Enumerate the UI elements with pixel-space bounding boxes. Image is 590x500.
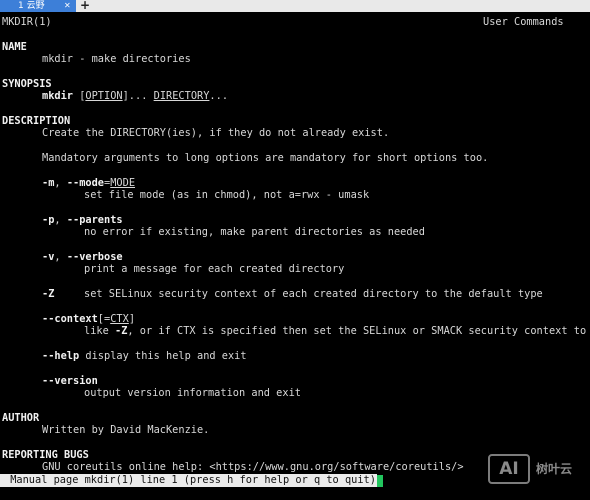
description-heading: DESCRIPTION: [2, 115, 71, 127]
bugs-text: GNU coreutils online help: <https://www.…: [42, 461, 464, 473]
option-version-desc: output version information and exit: [84, 387, 301, 399]
description-line-2: Mandatory arguments to long options are …: [42, 152, 489, 164]
name-text: mkdir - make directories: [42, 53, 191, 65]
pager-status-text: Manual page mkdir(1) line 1 (press h for…: [0, 474, 377, 487]
name-heading: NAME: [2, 41, 27, 53]
option-parents-desc: no error if existing, make parent direct…: [84, 226, 425, 238]
synopsis-line: mkdir [OPTION]... DIRECTORY...: [42, 90, 229, 102]
option-verbose: -v, --verbose: [42, 251, 123, 263]
synopsis-option: OPTION: [85, 90, 123, 102]
option-z-desc: set SELinux security context of each cre…: [84, 288, 543, 300]
synopsis-directory: DIRECTORY: [153, 90, 210, 102]
option-mode: -m, --mode=MODE: [42, 177, 136, 189]
close-icon[interactable]: ✕: [64, 0, 71, 12]
terminal-tab[interactable]: 1 云野 ✕: [0, 0, 76, 12]
option-version: --version: [42, 375, 98, 387]
terminal-cursor: [376, 475, 383, 487]
option-parents: -p, --parents: [42, 214, 123, 226]
description-line-1: Create the DIRECTORY(ies), if they do no…: [42, 127, 390, 139]
man-header-right: User Commands: [483, 16, 564, 28]
tab-bar: 1 云野 ✕ +: [0, 0, 590, 12]
watermark-logo: AI: [488, 454, 530, 484]
terminal-output[interactable]: MKDIR(1) User Commands NAME mkdir - make…: [0, 12, 590, 488]
author-heading: AUTHOR: [2, 412, 40, 424]
author-text: Written by David MacKenzie.: [42, 424, 210, 436]
tab-title: 1 云野: [18, 1, 45, 11]
watermark: AI 树叶云: [488, 454, 584, 486]
option-z: -Z: [42, 288, 55, 300]
bugs-heading: REPORTING BUGS: [2, 449, 89, 461]
synopsis-command: mkdir: [42, 90, 73, 102]
man-header-left: MKDIR(1): [2, 16, 52, 28]
watermark-name: 树叶云: [536, 462, 573, 476]
new-tab-button[interactable]: +: [80, 0, 90, 11]
option-help: --help display this help and exit: [42, 350, 247, 362]
option-verbose-desc: print a message for each created directo…: [84, 263, 345, 275]
option-mode-desc: set file mode (as in chmod), not a=rwx -…: [84, 189, 370, 201]
synopsis-heading: SYNOPSIS: [2, 78, 52, 90]
option-context: --context[=CTX]: [42, 313, 136, 325]
option-context-desc: like -Z, or if CTX is specified then set…: [84, 325, 590, 337]
